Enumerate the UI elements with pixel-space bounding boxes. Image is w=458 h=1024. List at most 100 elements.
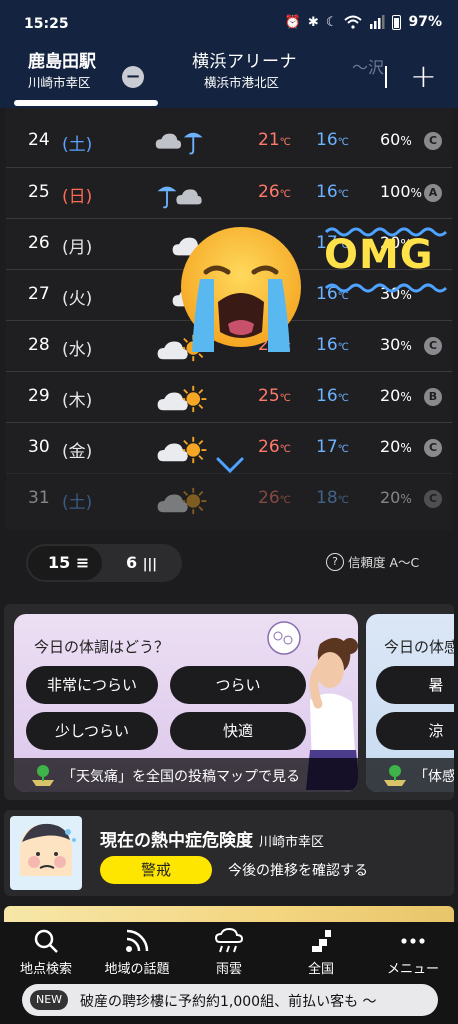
new-badge: NEW	[30, 990, 69, 1010]
active-tab-indicator	[14, 100, 158, 106]
precipitation-probability: 30%	[380, 335, 412, 354]
map-link-text: 「体感	[414, 769, 454, 785]
forecast-day-of-week: (木)	[62, 391, 93, 411]
high-temp: 21℃	[258, 130, 291, 150]
nav-local-topics[interactable]: 地域の話題	[92, 928, 182, 977]
battery-percent: 97%	[408, 14, 442, 30]
reliability-rank-badge: C	[424, 132, 442, 150]
heatstroke-level-badge: 警戒	[100, 856, 212, 884]
feel-hot-button[interactable]: 暑	[376, 666, 454, 704]
location-tab-kashimada[interactable]: 鹿島田駅 川崎市幸区	[28, 50, 96, 104]
status-time: 15:25	[24, 16, 69, 32]
forecast-date: 24	[28, 130, 50, 150]
forecast-date: 28	[28, 335, 50, 355]
high-temp: 26℃	[258, 437, 291, 457]
forecast-row[interactable]: 25 (日) 26℃ 16℃ 100% A	[6, 167, 452, 218]
help-icon: ?	[326, 552, 344, 571]
forecast-range-toggle[interactable]: 15 ≡ 6 |||	[26, 544, 182, 582]
reliability-help[interactable]: ? 信頼度 A〜C	[326, 552, 419, 571]
news-ticker[interactable]: NEW 破産の聘珍樓に予約約1,000組、前払い客も 〜	[22, 984, 438, 1016]
signal-icon	[370, 15, 385, 29]
reliability-rank-badge: A	[424, 184, 442, 202]
feel-cool-button[interactable]: 涼	[376, 712, 454, 750]
nav-label: 雨雲	[215, 962, 242, 977]
map-link-text: 「天気痛」を全国の投稿マップで見る	[62, 769, 300, 785]
map-pin-icon	[384, 765, 406, 786]
columns-icon: |||	[142, 557, 157, 572]
location-tab-yokohama-arena[interactable]: 横浜アリーナ 横浜市港北区	[192, 50, 297, 104]
location-area: 川崎市幸区	[28, 75, 91, 90]
cloud-sun-icon	[157, 487, 207, 515]
card-title: 今日の体感	[384, 638, 454, 656]
forecast-date: 27	[28, 284, 50, 304]
nav-nationwide[interactable]: 全国	[276, 928, 366, 977]
nav-label: 地域の話題	[104, 962, 170, 977]
reliability-rank-badge: C	[424, 337, 442, 355]
body-feel-map-link[interactable]: 「体感	[366, 758, 454, 792]
rss-feed-icon	[126, 929, 149, 952]
location-tab-partial[interactable]: 〜沢	[352, 54, 384, 108]
remove-location-button[interactable]: −	[122, 66, 144, 88]
heatstroke-trend-link[interactable]: 今後の推移を確認する	[228, 860, 368, 880]
range-6-days-option[interactable]: 6 |||	[126, 553, 157, 572]
japan-map-icon	[312, 930, 331, 952]
reliability-label: 信頼度 A〜C	[348, 555, 420, 570]
forecast-day-of-week: (月)	[62, 238, 93, 258]
alarm-icon: ⏰	[284, 14, 301, 30]
heatstroke-risk-card[interactable]: 現在の熱中症危険度 川崎市幸区 警戒 今後の推移を確認する	[4, 810, 454, 896]
forecast-row[interactable]: 24 (土) 21℃ 16℃ 60% C	[6, 116, 452, 167]
heatstroke-location: 川崎市幸区	[259, 835, 325, 850]
reliability-rank-badge: C	[424, 439, 442, 457]
forecast-date: 29	[28, 386, 50, 406]
heatstroke-title: 現在の熱中症危険度 川崎市幸区	[100, 831, 325, 851]
nav-label: 地点検索	[19, 962, 72, 977]
map-pin-icon	[32, 765, 54, 786]
cloud-sun-icon	[157, 436, 207, 464]
low-temp: 16℃	[316, 386, 349, 406]
forecast-date: 31	[28, 488, 50, 508]
add-location-button[interactable]: +	[410, 60, 437, 92]
nav-rain-radar[interactable]: 雨雲	[184, 928, 274, 977]
omg-sticker-text: OMG	[324, 232, 434, 278]
status-bar: 15:25 ⏰ ✱ ☾ 97%	[0, 0, 458, 44]
body-condition-card: 今日の体調はどう？ 非常につらい つらい 少しつらい 快適 「天気痛」を全国の投…	[14, 614, 358, 792]
list-icon: ≡	[75, 553, 90, 572]
nav-location-search[interactable]: 地点検索	[1, 928, 91, 977]
forecast-row[interactable]: 29 (木) 25℃ 16℃ 20% B	[6, 371, 452, 422]
forecast-day-of-week: (金)	[62, 442, 93, 462]
range-15-days-option[interactable]: 15 ≡	[48, 553, 89, 572]
app-header: 15:25 ⏰ ✱ ☾ 97% 鹿島田駅 川崎市幸区 − 横浜アリーナ 横浜市港…	[0, 0, 458, 108]
low-temp: 18℃	[316, 488, 349, 508]
forecast-row[interactable]: 31 (土) 26℃ 18℃ 20% C	[6, 473, 452, 524]
condition-slightly-painful-button[interactable]: 少しつらい	[26, 712, 158, 750]
precipitation-probability: 60%	[380, 130, 412, 149]
news-headline: 破産の聘珍樓に予約約1,000組、前払い客も 〜	[80, 994, 377, 1010]
weather-pain-map-link[interactable]: 「天気痛」を全国の投稿マップで見る	[14, 758, 358, 792]
high-temp: 26℃	[258, 488, 291, 508]
cloud-rain-icon	[155, 132, 203, 155]
reliability-rank-badge: C	[424, 490, 442, 508]
forecast-date: 30	[28, 437, 50, 457]
low-temp: 17℃	[316, 437, 349, 457]
precipitation-probability: 20%	[380, 386, 412, 405]
cloud-sun-icon	[157, 385, 207, 413]
high-temp: 25℃	[258, 386, 291, 406]
search-icon	[34, 929, 58, 953]
battery-icon	[392, 14, 402, 30]
text-cursor	[385, 66, 387, 88]
bluetooth-icon: ✱	[307, 14, 319, 30]
location-name: 鹿島田駅	[28, 52, 96, 72]
chevron-down-icon[interactable]	[216, 456, 244, 474]
forecast-range-toggle-row: 15 ≡ 6 ||| ? 信頼度 A〜C	[0, 530, 458, 594]
forecast-day-of-week: (日)	[62, 187, 93, 207]
hot-face-illustration	[10, 816, 82, 890]
card-title: 今日の体調はどう？	[34, 638, 170, 656]
body-condition-carousel[interactable]: 今日の体調はどう？ 非常につらい つらい 少しつらい 快適 「天気痛」を全国の投…	[4, 604, 454, 800]
precipitation-probability: 20%	[380, 488, 412, 507]
forecast-date: 25	[28, 182, 50, 202]
condition-very-painful-button[interactable]: 非常につらい	[26, 666, 158, 704]
loudly-crying-face-emoji	[181, 227, 301, 352]
nav-menu[interactable]: メニュー	[368, 928, 458, 977]
more-dots-icon	[401, 938, 425, 944]
forecast-day-of-week: (水)	[62, 340, 93, 360]
